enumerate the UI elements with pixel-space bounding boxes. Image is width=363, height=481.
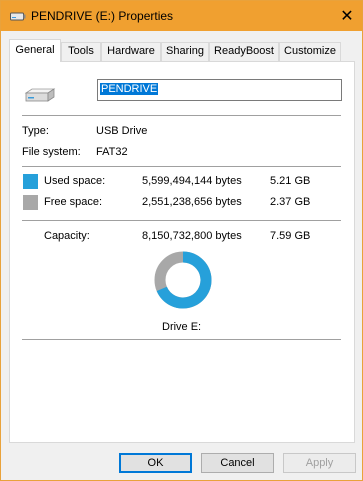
separator — [22, 220, 341, 221]
usage-donut-chart — [154, 251, 212, 309]
separator — [22, 115, 341, 116]
free-space-label: Free space: — [44, 196, 103, 208]
tab-strip: General Tools Hardware Sharing ReadyBoos… — [9, 39, 355, 62]
tab-sharing[interactable]: Sharing — [161, 42, 209, 61]
filesystem-value: FAT32 — [96, 146, 128, 158]
type-value: USB Drive — [96, 125, 148, 137]
drive-caption: Drive E: — [162, 321, 202, 333]
drive-name-value: PENDRIVE — [100, 83, 159, 95]
general-panel: PENDRIVE Type: USB Drive File system: FA… — [9, 61, 355, 443]
apply-button[interactable]: Apply — [283, 453, 356, 473]
close-button[interactable]: ✕ — [332, 1, 362, 31]
used-space-label: Used space: — [44, 175, 106, 187]
tab-hardware[interactable]: Hardware — [101, 42, 161, 61]
capacity-label: Capacity: — [44, 230, 90, 242]
used-space-size: 5.21 GB — [270, 175, 311, 187]
separator — [22, 339, 341, 340]
capacity-bytes: 8,150,732,800 bytes — [142, 230, 242, 242]
free-space-bytes: 2,551,238,656 bytes — [142, 196, 242, 208]
tab-customize[interactable]: Customize — [279, 42, 341, 61]
close-icon: ✕ — [340, 8, 354, 25]
free-space-size: 2.37 GB — [270, 196, 311, 208]
title-bar[interactable]: PENDRIVE (E:) Properties ✕ — [1, 1, 362, 31]
usb-drive-icon — [24, 88, 56, 102]
filesystem-label: File system: — [22, 146, 81, 158]
usb-drive-icon — [10, 12, 26, 21]
used-space-bytes: 5,599,494,144 bytes — [142, 175, 242, 187]
tab-readyboost[interactable]: ReadyBoost — [209, 42, 279, 61]
cancel-button[interactable]: Cancel — [201, 453, 274, 473]
tab-general[interactable]: General — [9, 39, 61, 62]
window-title: PENDRIVE (E:) Properties — [31, 9, 174, 23]
used-space-swatch — [23, 174, 38, 189]
capacity-size: 7.59 GB — [270, 230, 311, 242]
tab-tools[interactable]: Tools — [61, 42, 101, 61]
ok-button[interactable]: OK — [119, 453, 192, 473]
drive-name-input[interactable]: PENDRIVE — [97, 79, 342, 101]
separator — [22, 166, 341, 167]
type-label: Type: — [22, 125, 49, 137]
free-space-swatch — [23, 195, 38, 210]
properties-window: PENDRIVE (E:) Properties ✕ General Tools… — [0, 0, 363, 481]
